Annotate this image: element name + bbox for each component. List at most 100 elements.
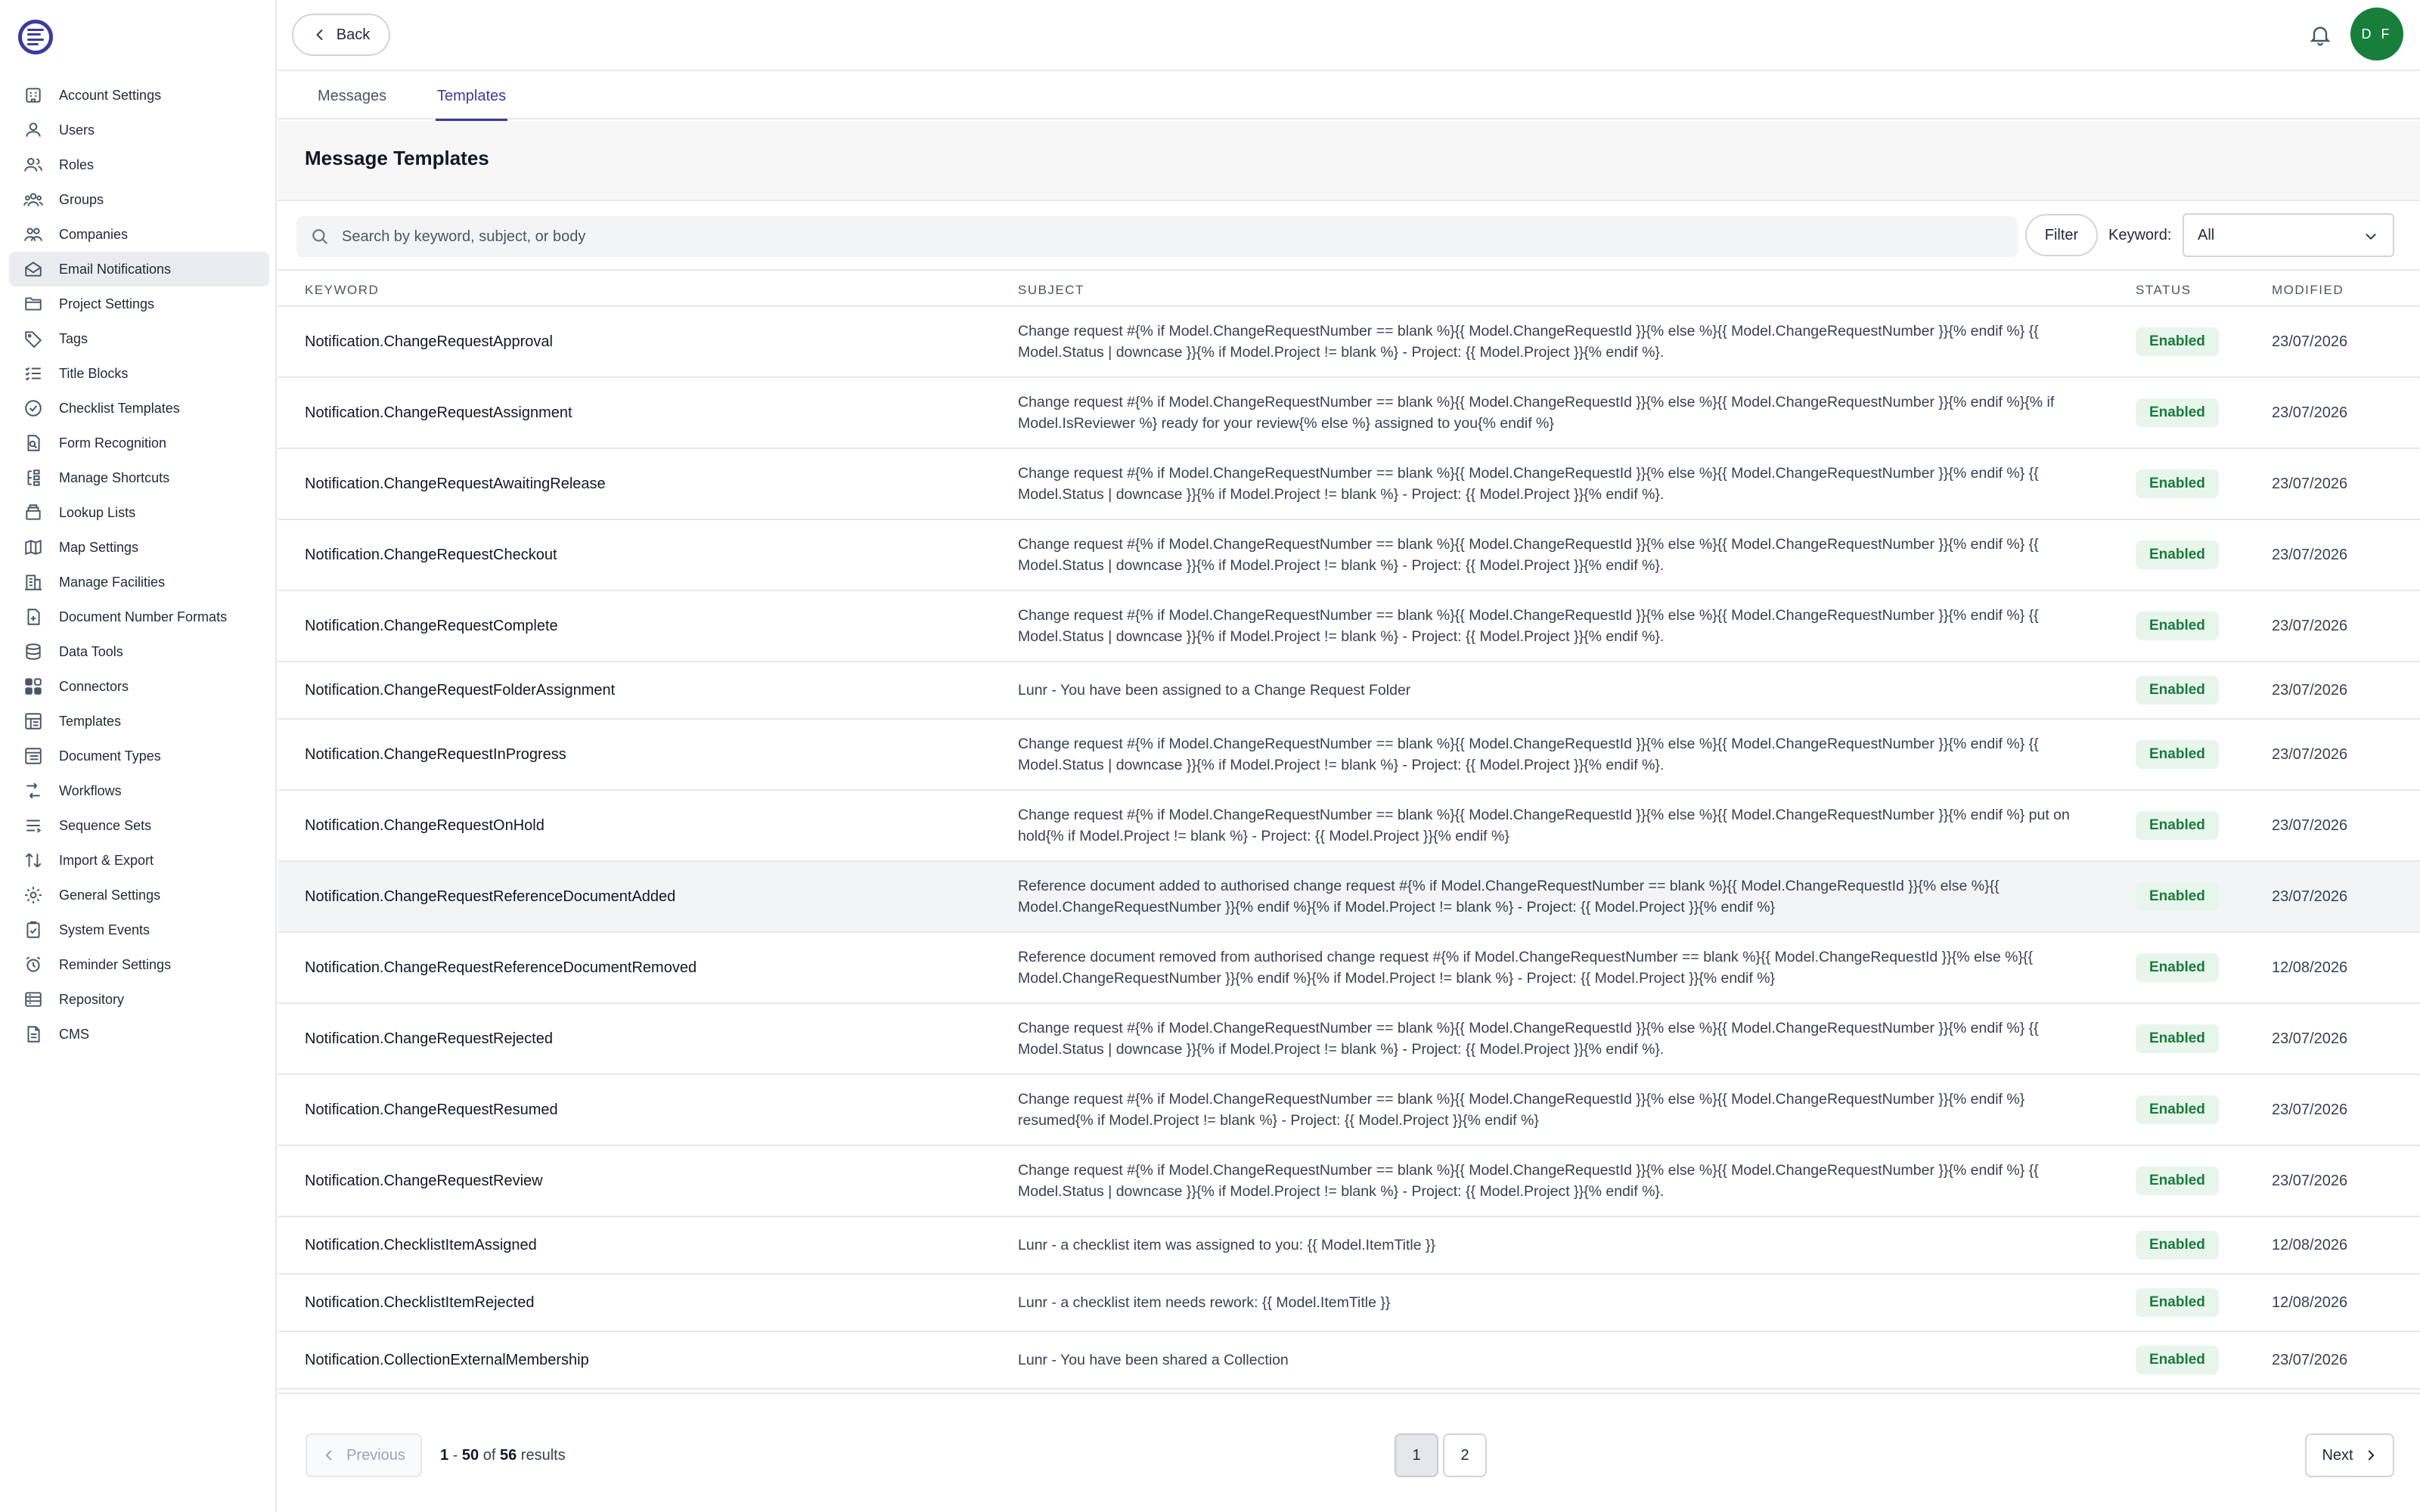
table-row[interactable]: Notification.ChangeRequestRejected Change… <box>278 1004 2420 1075</box>
sidebar-item-templates[interactable]: Templates <box>9 704 269 739</box>
filter-button[interactable]: Filter <box>2025 214 2098 256</box>
table-row[interactable]: Notification.CollectionExternalMembershi… <box>278 1332 2420 1390</box>
avatar[interactable]: D F <box>2350 8 2403 60</box>
search-input[interactable] <box>342 228 1930 246</box>
row-subject: Reference document removed from authoris… <box>1018 949 2034 987</box>
keyword-label: Keyword: <box>2108 227 2172 243</box>
keyword-select[interactable]: All <box>2183 213 2394 257</box>
table-row[interactable]: Notification.ChangeRequestAwaitingReleas… <box>278 449 2420 520</box>
sidebar-item-account-settings[interactable]: Account Settings <box>9 78 269 113</box>
column-header-keyword[interactable]: KEYWORD <box>305 283 379 298</box>
sidebar-item-users[interactable]: Users <box>9 113 269 147</box>
table-row[interactable]: Notification.ChecklistItemAssigned Lunr -… <box>278 1217 2420 1275</box>
table-body: Notification.ChangeRequestApproval Change… <box>278 307 2420 1391</box>
sidebar-item-workflows[interactable]: Workflows <box>9 773 269 808</box>
sidebar-item-label: System Events <box>59 922 150 937</box>
sidebar-item-companies[interactable]: Companies <box>9 217 269 252</box>
row-subject: Lunr - a checklist item needs rework: {{… <box>1018 1294 1391 1311</box>
row-subject: Change request #{% if Model.ChangeReques… <box>1018 536 2039 574</box>
page-button-2[interactable]: 2 <box>1443 1433 1487 1477</box>
sidebar-item-project-settings[interactable]: Project Settings <box>9 287 269 321</box>
sidebar-item-map-settings[interactable]: Map Settings <box>9 530 269 565</box>
row-status: Enabled <box>2136 307 2219 376</box>
sidebar-item-connectors[interactable]: Connectors <box>9 669 269 704</box>
row-subject: Change request #{% if Model.ChangeReques… <box>1018 807 2070 844</box>
table-row[interactable]: Notification.ChangeRequestReview Change r… <box>278 1146 2420 1217</box>
sidebar-item-title-blocks[interactable]: Title Blocks <box>9 356 269 391</box>
sidebar-item-repository[interactable]: Repository <box>9 982 269 1017</box>
table-row[interactable]: Notification.ChangeRequestCheckout Change… <box>278 520 2420 591</box>
sidebar-item-label: Checklist Templates <box>59 400 180 416</box>
sidebar-item-checklist-templates[interactable]: Checklist Templates <box>9 391 269 426</box>
row-status: Enabled <box>2136 933 2219 1002</box>
table-row[interactable]: Notification.ChecklistItemRejected Lunr -… <box>278 1275 2420 1332</box>
column-header-modified[interactable]: MODIFIED <box>2272 283 2344 298</box>
row-status: Enabled <box>2136 1275 2219 1331</box>
sidebar-item-label: General Settings <box>59 887 161 903</box>
table-row[interactable]: Notification.ChangeRequestReferenceDocum… <box>278 933 2420 1004</box>
row-modified: 23/07/2026 <box>2272 745 2348 763</box>
previous-button[interactable]: Previous <box>306 1433 422 1477</box>
sidebar-item-label: Connectors <box>59 678 129 694</box>
row-modified: 12/08/2026 <box>2272 1294 2348 1311</box>
sidebar-item-reminder-settings[interactable]: Reminder Settings <box>9 947 269 982</box>
bell-icon[interactable] <box>2305 20 2335 50</box>
search-box[interactable] <box>296 216 2018 257</box>
row-keyword: Notification.ChangeRequestReferenceDocum… <box>305 888 676 905</box>
row-modified: 23/07/2026 <box>2272 333 2348 350</box>
sidebar-item-groups[interactable]: Groups <box>9 182 269 217</box>
table-row[interactable]: Notification.ChangeRequestResumed Change … <box>278 1075 2420 1146</box>
roles-icon <box>23 154 44 175</box>
sidebar-item-label: Sequence Sets <box>59 817 152 833</box>
status-badge: Enabled <box>2136 1231 2219 1259</box>
sidebar-item-cms[interactable]: CMS <box>9 1017 269 1052</box>
sidebar-item-general-settings[interactable]: General Settings <box>9 878 269 912</box>
sidebar-item-email-notifications[interactable]: Email Notifications <box>9 252 269 287</box>
sidebar-item-data-tools[interactable]: Data Tools <box>9 634 269 669</box>
sidebar-item-manage-shortcuts[interactable]: Manage Shortcuts <box>9 460 269 495</box>
check-circle-icon <box>23 398 44 419</box>
sidebar-item-label: Roles <box>59 156 95 172</box>
row-subject: Change request #{% if Model.ChangeReques… <box>1018 1162 2039 1200</box>
column-header-subject[interactable]: SUBJECT <box>1018 283 1084 298</box>
page-title: Message Templates <box>305 147 489 169</box>
repository-icon <box>23 989 44 1010</box>
table-row[interactable]: Notification.ChangeRequestFolderAssignme… <box>278 662 2420 720</box>
row-keyword: Notification.ChangeRequestInProgress <box>305 745 566 763</box>
row-modified: 23/07/2026 <box>2272 617 2348 634</box>
tab-templates[interactable]: Templates <box>435 73 508 121</box>
sidebar-item-label: Companies <box>59 226 129 242</box>
sidebar-item-sequence-sets[interactable]: Sequence Sets <box>9 808 269 843</box>
next-button[interactable]: Next <box>2305 1433 2394 1477</box>
table-row[interactable]: Notification.ChangeRequestComplete Change… <box>278 591 2420 662</box>
sidebar-item-roles[interactable]: Roles <box>9 147 269 182</box>
sidebar-item-tags[interactable]: Tags <box>9 321 269 356</box>
sidebar-item-manage-facilities[interactable]: Manage Facilities <box>9 565 269 600</box>
sidebar-item-label: Data Tools <box>59 643 123 659</box>
shortcut-icon <box>23 467 44 488</box>
back-button[interactable]: Back <box>292 14 390 56</box>
row-subject: Lunr - a checklist item was assigned to … <box>1018 1237 1436 1253</box>
sidebar-item-system-events[interactable]: System Events <box>9 912 269 947</box>
table-row[interactable]: Notification.ChangeRequestAssignment Chan… <box>278 378 2420 449</box>
page-title-band: Message Templates <box>278 121 2420 201</box>
row-modified: 23/07/2026 <box>2272 1101 2348 1118</box>
table-row[interactable]: Notification.ChangeRequestOnHold Change r… <box>278 791 2420 862</box>
sidebar-item-document-types[interactable]: Document Types <box>9 739 269 773</box>
row-subject: Change request #{% if Model.ChangeReques… <box>1018 736 2039 773</box>
page-button-1[interactable]: 1 <box>1395 1433 1438 1477</box>
tab-messages[interactable]: Messages <box>318 73 386 119</box>
sidebar-item-label: Manage Facilities <box>59 574 166 590</box>
table-row[interactable]: Notification.ChangeRequestApproval Change… <box>278 307 2420 378</box>
sidebar-item-document-number-formats[interactable]: Document Number Formats <box>9 600 269 634</box>
table-row[interactable]: Notification.ChangeRequestInProgress Chan… <box>278 720 2420 791</box>
sidebar-item-label: Groups <box>59 191 104 207</box>
table-row[interactable]: Notification.ChangeRequestReferenceDocum… <box>278 862 2420 933</box>
sidebar-item-import-and-export[interactable]: Import & Export <box>9 843 269 878</box>
column-header-status[interactable]: STATUS <box>2136 283 2192 298</box>
sidebar-item-lookup-lists[interactable]: Lookup Lists <box>9 495 269 530</box>
sidebar-item-form-recognition[interactable]: Form Recognition <box>9 426 269 460</box>
app-logo-icon[interactable] <box>18 20 53 54</box>
companies-icon <box>23 224 44 245</box>
groups-icon <box>23 189 44 210</box>
